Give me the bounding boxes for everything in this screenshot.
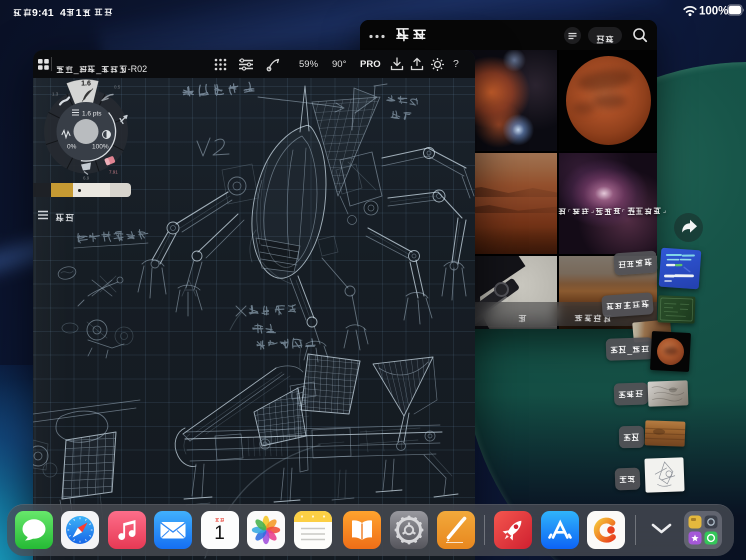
svg-text:100%: 100%	[92, 144, 109, 151]
svg-text:0%: 0%	[67, 144, 77, 151]
svg-text:0.5: 0.5	[114, 85, 121, 90]
svg-text:7.91: 7.91	[109, 170, 118, 175]
svg-text:1.3: 1.3	[52, 92, 59, 97]
svg-text:100%: 100%	[699, 6, 728, 18]
svg-text:1.6 pts: 1.6 pts	[82, 111, 102, 118]
svg-text:6.9: 6.9	[83, 176, 90, 181]
svg-text:1.6: 1.6	[81, 81, 91, 88]
